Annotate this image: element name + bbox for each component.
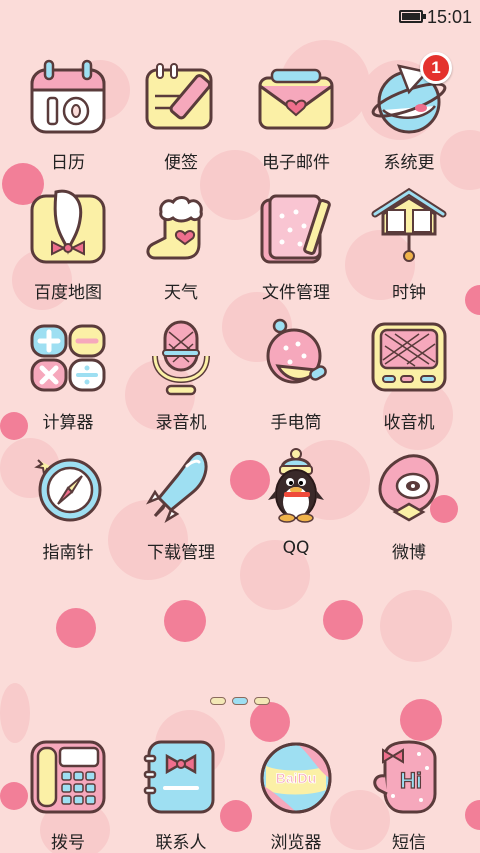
folder-icon [256, 186, 336, 266]
dock-browser[interactable]: BaiDu 浏览器 [239, 728, 353, 853]
mail-icon [256, 56, 336, 136]
flashlight-icon [256, 316, 336, 396]
weather-boot-icon [141, 186, 221, 266]
contacts-icon [141, 736, 221, 816]
message-glove-icon: Hi [369, 736, 449, 816]
app-label: 天气 [164, 283, 198, 303]
page-dot-1[interactable] [210, 697, 226, 705]
dock-messages[interactable]: Hi 短信 [352, 728, 466, 853]
app-label: 浏览器 [270, 833, 322, 853]
calendar-icon [28, 56, 108, 136]
app-label: 短信 [392, 833, 426, 853]
notification-badge: 1 [420, 52, 452, 84]
app-label: 电子邮件 [262, 153, 330, 173]
app-file-manager[interactable]: 文件管理 [239, 178, 353, 304]
page-indicator [0, 697, 480, 711]
browser-ball-icon: BaiDu [256, 736, 336, 816]
app-label: 计算器 [42, 413, 94, 433]
calculator-icon [28, 316, 108, 396]
app-label: 系统更 [383, 153, 435, 173]
app-weibo[interactable]: 微博 [352, 438, 466, 564]
compass-icon [28, 446, 108, 526]
app-calculator[interactable]: 计算器 [11, 308, 125, 434]
app-label: 文件管理 [262, 283, 330, 303]
app-label: 微博 [392, 543, 426, 563]
app-calendar[interactable]: 日历 [11, 48, 125, 174]
radio-icon [369, 316, 449, 396]
notepad-icon [141, 56, 221, 136]
app-label: 百度地图 [34, 283, 102, 303]
app-label: 录音机 [155, 413, 207, 433]
app-system-update[interactable]: 1 系统更 [352, 48, 466, 174]
messages-logo-text: Hi [400, 768, 422, 793]
battery-icon [399, 10, 426, 23]
app-label: QQ [282, 538, 310, 558]
clock-house-icon [369, 186, 449, 266]
status-bar: 15:01 [0, 0, 480, 36]
app-qq[interactable]: QQ [239, 438, 353, 564]
app-label: 手电筒 [270, 413, 322, 433]
app-label: 拨号 [51, 833, 85, 853]
dock-contacts[interactable]: 联系人 [124, 728, 238, 853]
browser-logo-text: BaiDu [276, 770, 316, 786]
app-recorder[interactable]: 录音机 [124, 308, 238, 434]
phone-dialer-icon [28, 736, 108, 816]
app-mail[interactable]: 电子邮件 [239, 48, 353, 174]
app-label: 收音机 [383, 413, 435, 433]
page-dot-3[interactable] [254, 697, 270, 705]
app-weather[interactable]: 天气 [124, 178, 238, 304]
app-label: 便签 [164, 153, 198, 173]
app-flashlight[interactable]: 手电筒 [239, 308, 353, 434]
page-dot-2[interactable] [232, 697, 248, 705]
app-label: 联系人 [155, 833, 207, 853]
app-radio[interactable]: 收音机 [352, 308, 466, 434]
microphone-icon [141, 316, 221, 396]
app-baidu-map[interactable]: 百度地图 [11, 178, 125, 304]
app-label: 指南针 [42, 543, 94, 563]
map-icon [28, 186, 108, 266]
weibo-icon [369, 446, 449, 526]
app-label: 时钟 [392, 283, 426, 303]
rocket-download-icon [141, 446, 221, 526]
app-compass[interactable]: 指南针 [11, 438, 125, 564]
status-time: 15:01 [426, 7, 472, 27]
app-label: 下载管理 [147, 543, 215, 563]
dock-dialer[interactable]: 拨号 [11, 728, 125, 853]
app-download-manager[interactable]: 下载管理 [124, 438, 238, 564]
app-notepad[interactable]: 便签 [124, 48, 238, 174]
app-clock[interactable]: 时钟 [352, 178, 466, 304]
qq-penguin-icon [256, 446, 336, 526]
app-label: 日历 [51, 153, 85, 173]
